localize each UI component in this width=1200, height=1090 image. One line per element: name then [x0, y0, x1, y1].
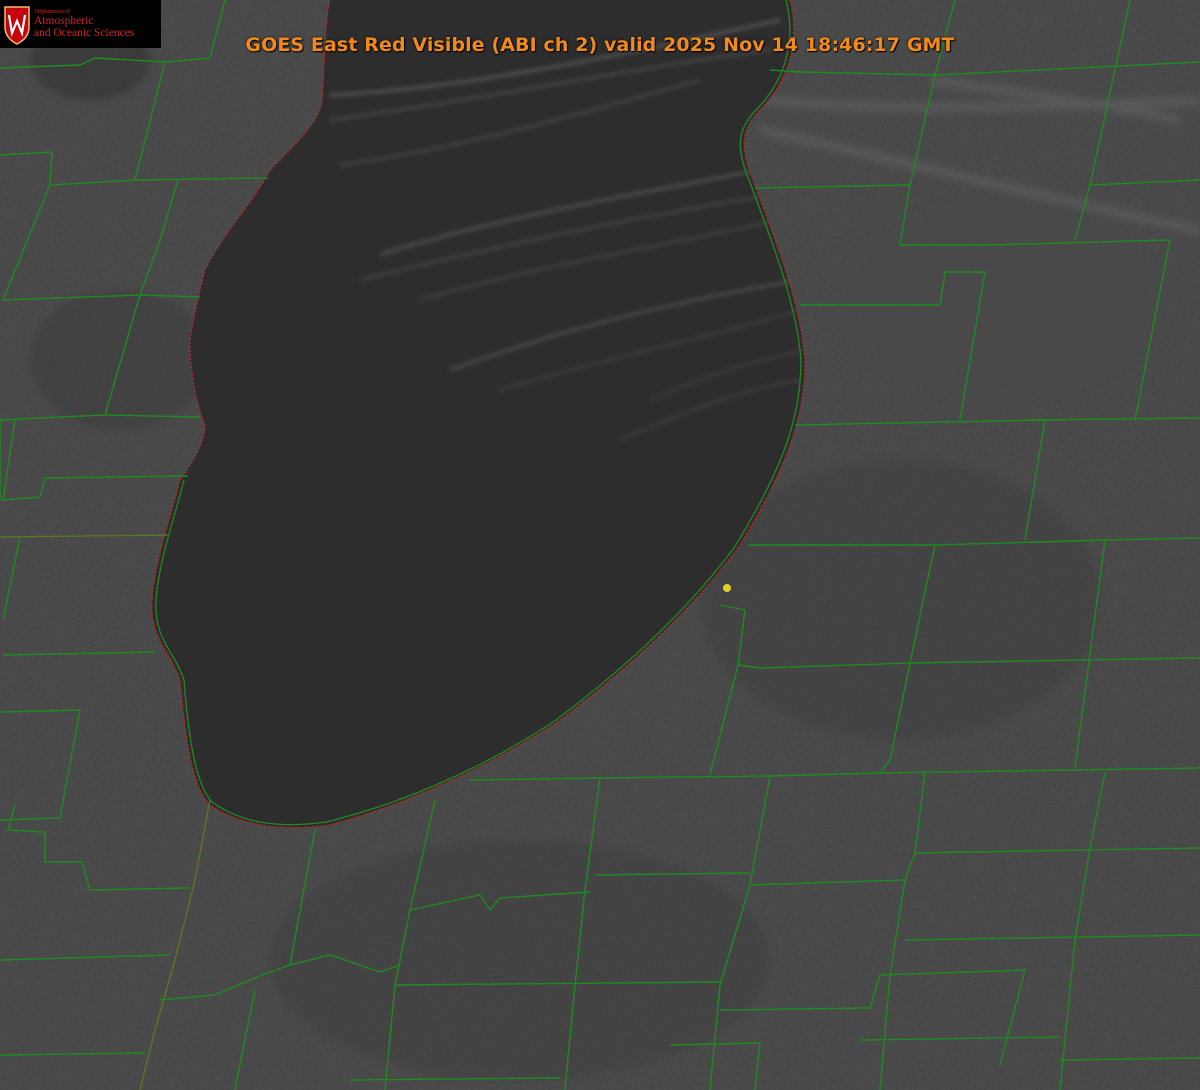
- site-marker: [723, 584, 731, 592]
- satellite-map: [0, 0, 1200, 1090]
- image-title: GOES East Red Visible (ABI ch 2) valid 2…: [245, 34, 955, 56]
- satellite-view: Department of Atmospheric and Oceanic Sc…: [0, 0, 1200, 1090]
- logo-line-1: Atmospheric: [34, 15, 94, 27]
